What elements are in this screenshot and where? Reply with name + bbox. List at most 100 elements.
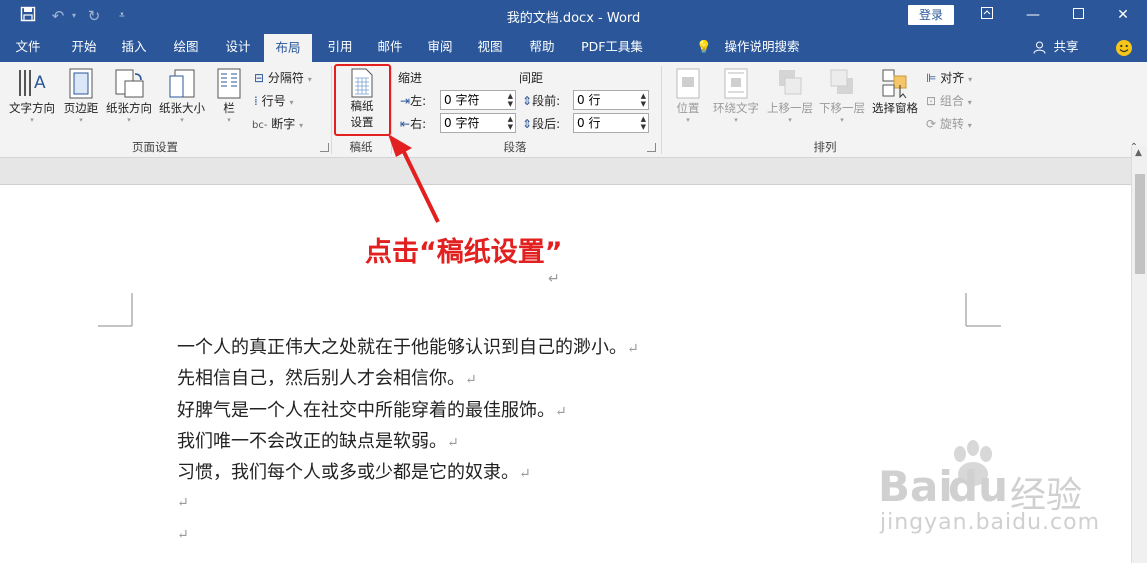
paragraph-mark: ↵ [548,271,560,287]
spinner-icon[interactable]: ▲ ▼ [508,92,513,108]
wrap-text-button[interactable]: 环绕文字 ▾ [710,68,762,124]
document-line: 一个人的真正伟大之处就在于他能够认识到自己的渺小。↵ [177,337,639,358]
tell-me-search[interactable]: 操作说明搜索 [720,31,804,62]
orientation-button[interactable]: 纸张方向 ▾ [104,68,154,124]
bring-forward-button[interactable]: 上移一层 ▾ [764,68,816,124]
bring-forward-label: 上移一层 [767,101,813,115]
size-label: 纸张大小 [159,101,205,115]
text-direction-label: 文字方向 [9,101,55,115]
paper-size-icon [169,69,195,98]
tab-mailings[interactable]: 邮件 [368,31,412,62]
group-separator [661,66,662,154]
tab-help[interactable]: 帮助 [520,31,564,62]
selection-pane-label: 选择窗格 [872,101,918,115]
spacing-after-input[interactable]: 0 行 ▲ ▼ [573,113,649,133]
scrollbar-thumb[interactable] [1135,174,1145,274]
selection-pane-icon [882,69,907,99]
tab-design[interactable]: 设计 [216,31,260,62]
send-backward-icon [830,69,853,94]
spacing-title: 间距 [519,71,544,85]
rotate-icon: ⟳ [926,117,937,131]
watermark-brand: Bai [878,462,953,511]
spacing-before-input[interactable]: 0 行 ▲ ▼ [573,90,649,110]
hyphenation-button[interactable]: bc- 断字 ▾ [252,115,303,132]
document-line: 习惯，我们每个人或多或少都是它的奴隶。↵ [177,462,531,483]
document-line: 先相信自己，然后别人才会相信你。↵ [177,368,477,389]
spacing-after-icon: ⇕ [522,117,533,131]
tab-draw[interactable]: 绘图 [164,31,208,62]
tab-file[interactable]: 文件 [6,31,50,62]
indent-left-input[interactable]: 0 字符 ▲ ▼ [440,90,516,110]
spacing-before-label: ⇕段前: [522,94,561,108]
highlight-box [334,64,391,136]
spinner-icon[interactable]: ▲ ▼ [508,115,513,131]
columns-icon [217,68,241,99]
group-separator [391,66,392,154]
document-line: 好脾气是一个人在社交中所能穿着的最佳服饰。↵ [177,400,567,421]
margins-label: 页边距 [63,101,99,115]
indent-left-icon: ⇥ [400,94,411,108]
minimize-icon[interactable]: — [1018,4,1048,26]
spacing-after-label: ⇕段后: [522,117,561,131]
lightbulb-icon: 💡 [696,39,712,54]
page-setup-launcher-icon[interactable] [320,143,329,152]
paragraph-group-label: 段落 [503,140,527,154]
manuscript-group-label: 稿纸 [349,140,373,154]
orientation-icon [115,69,144,98]
hyphenation-icon: bc- [252,120,268,131]
scroll-up-icon[interactable]: ▲ [1135,148,1142,158]
position-icon [676,68,700,99]
ribbon-layout: A 文字方向 ▾ 页边距 ▾ 纸张方向 ▾ 纸张大小 ▾ 栏 ▾ ⊟ 分隔符 ▾… [0,62,1147,158]
tab-review[interactable]: 审阅 [418,31,462,62]
breaks-button[interactable]: ⊟ 分隔符 ▾ [254,69,312,86]
smiley-icon[interactable] [1112,31,1136,62]
indent-right-input[interactable]: 0 字符 ▲ ▼ [440,113,516,133]
text-direction-button[interactable]: A 文字方向 ▾ [6,68,58,124]
send-backward-button[interactable]: 下移一层 ▾ [816,68,868,124]
tab-pdf-tools[interactable]: PDF工具集 [574,31,650,62]
indent-left-label: ⇥左: [400,94,427,108]
close-icon[interactable]: ✕ [1108,4,1138,26]
size-button[interactable]: 纸张大小 ▾ [156,68,208,124]
svg-text:A: A [34,73,46,93]
empty-paragraph: ↵ [177,495,189,511]
ribbon-display-icon[interactable] [972,4,1002,26]
line-numbers-button[interactable]: ⁞ 行号 ▾ [254,92,294,109]
spinner-icon[interactable]: ▲ ▼ [641,92,646,108]
indent-right-icon: ⇤ [400,117,411,131]
watermark-url: jingyan.baidu.com [880,510,1101,535]
page-setup-group-label: 页面设置 [132,140,178,154]
align-icon: ⊫ [926,71,937,85]
share-button[interactable]: 共享 [1048,31,1084,62]
position-label: 位置 [676,101,700,115]
tab-references[interactable]: 引用 [318,31,362,62]
margins-button[interactable]: 页边距 ▾ [60,68,102,124]
rotate-button[interactable]: ⟳ 旋转 ▾ [926,115,972,132]
login-button[interactable]: 登录 [908,5,954,25]
align-button[interactable]: ⊫ 对齐 ▾ [926,69,972,86]
arrange-group-label: 排列 [813,140,837,154]
tab-view[interactable]: 视图 [468,31,512,62]
vertical-scrollbar[interactable]: ▲ [1131,146,1147,563]
wrap-text-label: 环绕文字 [713,101,759,115]
spinner-icon[interactable]: ▲ ▼ [641,115,646,131]
text-direction-icon: A [19,70,46,96]
indent-right-label: ⇤右: [400,117,427,131]
maximize-icon[interactable] [1063,4,1093,26]
group-button[interactable]: ⊡ 组合 ▾ [926,92,972,109]
empty-paragraph: ↵ [177,527,189,543]
position-button[interactable]: 位置 ▾ [670,68,706,124]
tab-insert[interactable]: 插入 [112,31,156,62]
breaks-icon: ⊟ [254,71,265,85]
columns-button[interactable]: 栏 ▾ [212,68,246,124]
indent-title: 缩进 [398,71,423,85]
watermark-brand2: du [948,462,1008,511]
user-icon [1030,31,1048,62]
tab-home[interactable]: 开始 [62,31,106,62]
annotation-callout: 点击“稿纸设置” [365,237,563,268]
paragraph-launcher-icon[interactable] [647,143,656,152]
bring-forward-icon [779,70,802,95]
document-line: 我们唯一不会改正的缺点是软弱。↵ [177,431,459,452]
selection-pane-button[interactable]: 选择窗格 [869,68,921,116]
tab-layout[interactable]: 布局 [264,34,312,62]
